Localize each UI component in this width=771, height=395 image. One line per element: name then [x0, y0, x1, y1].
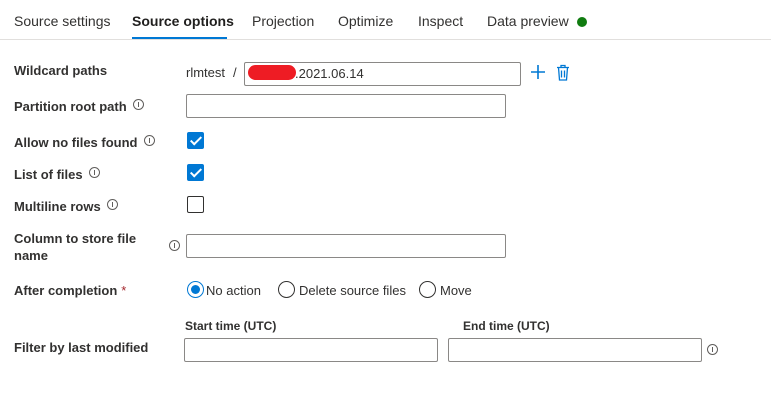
required-marker: * [121, 283, 127, 298]
column-to-store-file-name-label: Column to store file [14, 231, 137, 246]
info-icon[interactable] [169, 240, 180, 251]
tab-source-options[interactable]: Source options [132, 13, 234, 29]
info-icon[interactable] [88, 167, 100, 178]
info-icon[interactable] [143, 135, 155, 146]
tab-bar: Source settings Source options Projectio… [0, 0, 771, 40]
radio-delete-source-files[interactable] [278, 281, 295, 298]
allow-no-files-found-label: Allow no files found [14, 135, 155, 150]
info-icon[interactable] [106, 199, 118, 210]
multiline-rows-label: Multiline rows [14, 199, 118, 214]
start-time-label: Start time (UTC) [185, 319, 277, 333]
radio-no-action-label[interactable]: No action [206, 283, 261, 298]
wildcard-paths-label: Wildcard paths [14, 63, 108, 78]
data-preview-status-dot [577, 17, 587, 27]
radio-move-label[interactable]: Move [440, 283, 472, 298]
column-to-store-file-name-label-line2: name [14, 248, 48, 263]
list-of-files-label: List of files [14, 167, 100, 182]
allow-no-files-found-checkbox[interactable] [187, 132, 204, 149]
info-icon[interactable] [707, 344, 718, 355]
tab-projection[interactable]: Projection [252, 13, 314, 29]
column-to-store-file-name-input[interactable] [186, 234, 506, 258]
start-time-input[interactable] [184, 338, 438, 362]
wildcard-path-separator: / [233, 65, 237, 80]
partition-root-path-label: Partition root path [14, 99, 144, 114]
tab-source-settings[interactable]: Source settings [14, 13, 111, 29]
wildcard-path-value: .2021.06.14 [295, 66, 364, 81]
list-of-files-checkbox[interactable] [187, 164, 204, 181]
tab-inspect[interactable]: Inspect [418, 13, 463, 29]
end-time-label: End time (UTC) [463, 319, 550, 333]
trash-icon[interactable] [556, 64, 570, 84]
radio-delete-source-files-label[interactable]: Delete source files [299, 283, 406, 298]
end-time-input[interactable] [448, 338, 702, 362]
info-icon[interactable] [132, 99, 144, 110]
radio-no-action[interactable] [187, 281, 204, 298]
wildcard-path-prefix: rlmtest [186, 65, 225, 80]
after-completion-label: After completion * [14, 283, 127, 298]
active-tab-indicator [132, 37, 227, 39]
radio-move[interactable] [419, 281, 436, 298]
tab-optimize[interactable]: Optimize [338, 13, 393, 29]
tab-data-preview[interactable]: Data preview [487, 13, 569, 29]
redaction-mark [248, 65, 296, 80]
partition-root-path-input[interactable] [186, 94, 506, 118]
filter-by-last-modified-label: Filter by last modified [14, 340, 149, 355]
plus-icon[interactable] [530, 64, 546, 83]
multiline-rows-checkbox[interactable] [187, 196, 204, 213]
